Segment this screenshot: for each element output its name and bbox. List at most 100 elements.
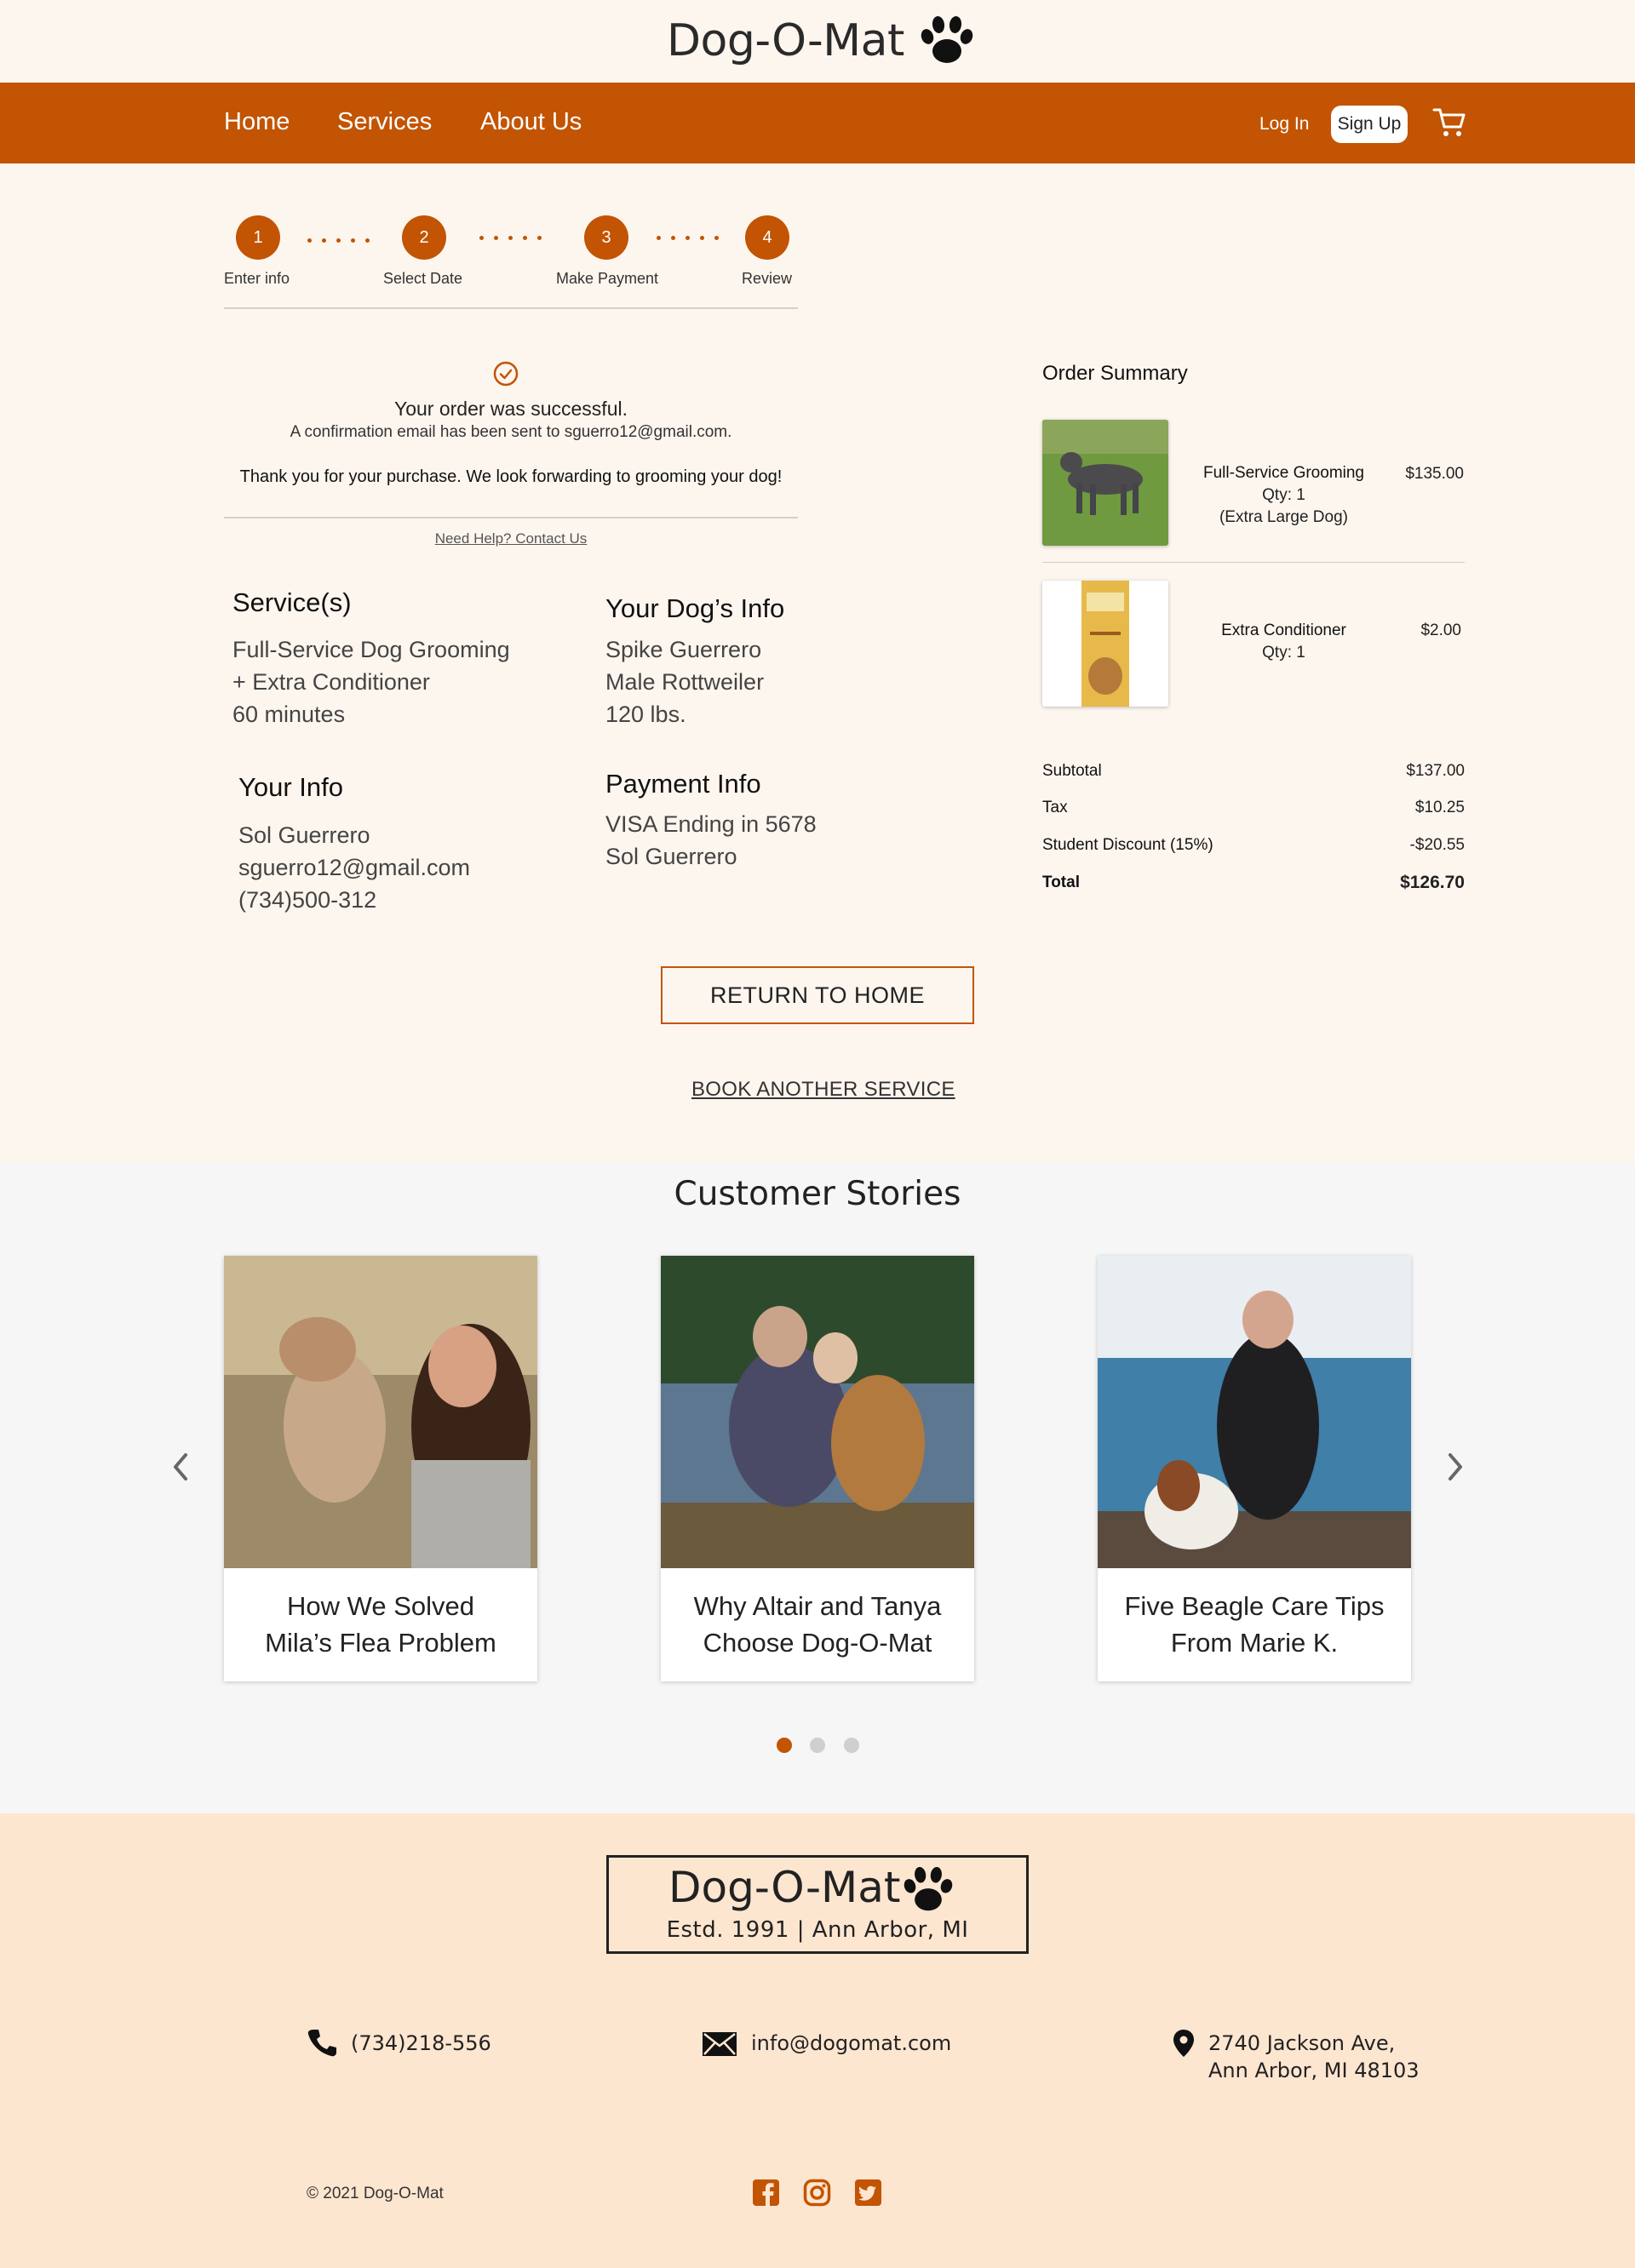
step-3-label: Make Payment: [556, 270, 659, 287]
grooming-item-image: [1042, 420, 1168, 546]
footer-brand-name: Dog-O-Mat: [668, 1863, 901, 1912]
signup-button[interactable]: Sign Up: [1331, 106, 1408, 143]
facebook-icon[interactable]: [752, 2179, 780, 2207]
story-caption-line: Why Altair and Tanya: [693, 1591, 942, 1621]
order-item-name: Extra Conditioner: [1221, 621, 1346, 639]
service-line: Full-Service Dog Grooming: [232, 637, 510, 662]
services-heading: Service(s): [232, 587, 352, 617]
footer-phone[interactable]: (734)218-556: [351, 2030, 491, 2057]
story-caption-line: Five Beagle Care Tips: [1124, 1591, 1385, 1621]
cart-icon[interactable]: [1432, 106, 1466, 139]
nav-home[interactable]: Home: [224, 108, 290, 136]
story-caption: Five Beagle Care Tips From Marie K.: [1098, 1588, 1411, 1661]
dog-info-line: 120 lbs.: [605, 702, 686, 727]
paw-icon: [919, 15, 974, 63]
footer-address-line: Ann Arbor, MI 48103: [1208, 2059, 1420, 2082]
stories-title: Customer Stories: [674, 1175, 961, 1213]
step-3-circle: 3: [584, 215, 628, 260]
order-item-price: $135.00: [1405, 465, 1464, 483]
footer-tagline: Estd. 1991 | Ann Arbor, MI: [666, 1917, 969, 1943]
your-info-heading: Your Info: [238, 772, 343, 802]
order-item-note: (Extra Large Dog): [1219, 508, 1348, 526]
story-card[interactable]: Five Beagle Care Tips From Marie K.: [1098, 1256, 1411, 1681]
story-image: [1098, 1256, 1411, 1568]
step-connector: [479, 236, 542, 240]
tax-value: $10.25: [1414, 799, 1465, 816]
check-circle-icon: [493, 361, 519, 387]
subtotal-value: $137.00: [1406, 762, 1465, 780]
story-card[interactable]: Why Altair and Tanya Choose Dog-O-Mat: [661, 1256, 974, 1681]
payment-info-line: VISA Ending in 5678: [605, 811, 817, 837]
main-navbar: Home Services About Us Log In Sign Up: [0, 83, 1635, 163]
thank-you-message: Thank you for your purchase. We look for…: [239, 467, 783, 486]
divider: [1042, 562, 1465, 563]
subtotal-label: Subtotal: [1042, 762, 1102, 780]
step-1-label: Enter info: [224, 270, 290, 287]
site-logo[interactable]: Dog-O-Mat: [667, 15, 974, 66]
order-summary-title: Order Summary: [1042, 362, 1188, 385]
dog-info-line: Spike Guerrero: [605, 637, 762, 662]
carousel-dot[interactable]: [844, 1738, 859, 1753]
carousel-dot[interactable]: [810, 1738, 825, 1753]
your-info-line: (734)500-312: [238, 887, 377, 913]
instagram-icon[interactable]: [803, 2179, 831, 2207]
mail-icon: [703, 2032, 737, 2056]
service-line: 60 minutes: [232, 702, 346, 727]
story-card[interactable]: How We Solved Mila’s Flea Problem: [224, 1256, 537, 1681]
login-link[interactable]: Log In: [1259, 114, 1309, 135]
success-title: Your order was successful.: [393, 398, 628, 420]
location-pin-icon: [1173, 2030, 1194, 2057]
footer-address-line: 2740 Jackson Ave,: [1208, 2031, 1396, 2055]
story-caption-line: From Marie K.: [1170, 1628, 1339, 1658]
twitter-icon[interactable]: [854, 2179, 882, 2207]
step-4-circle: 4: [745, 215, 789, 260]
order-item-qty: Qty: 1: [1262, 486, 1305, 504]
footer-logo[interactable]: Dog-O-Mat Estd. 1991 | Ann Arbor, MI: [606, 1855, 1029, 1954]
carousel-dot-active[interactable]: [777, 1738, 792, 1753]
tax-label: Tax: [1042, 799, 1068, 816]
order-item-qty: Qty: 1: [1262, 644, 1305, 662]
order-item-name: Full-Service Grooming: [1203, 464, 1364, 482]
paw-icon: [902, 1866, 955, 1911]
service-line: + Extra Conditioner: [232, 669, 430, 695]
dog-info-heading: Your Dog’s Info: [605, 593, 785, 623]
discount-value: -$20.55: [1409, 836, 1465, 854]
story-image: [661, 1256, 974, 1568]
brand-name: Dog-O-Mat: [667, 15, 904, 66]
discount-label: Student Discount (15%): [1042, 836, 1213, 854]
divider: [224, 307, 798, 309]
payment-info-line: Sol Guerrero: [605, 844, 737, 869]
story-image: [224, 1256, 537, 1568]
story-caption: How We Solved Mila’s Flea Problem: [224, 1588, 537, 1661]
help-contact-link[interactable]: Need Help? Contact Us: [224, 530, 798, 547]
email-note: A confirmation email has been sent to sg…: [290, 423, 732, 441]
top-header: Dog-O-Mat: [0, 0, 1635, 83]
step-2-label: Select Date: [383, 270, 463, 287]
step-connector: [657, 236, 719, 240]
return-home-button[interactable]: RETURN TO HOME: [661, 966, 974, 1024]
total-label: Total: [1042, 873, 1080, 891]
dog-info-line: Male Rottweiler: [605, 669, 765, 695]
story-caption-line: Mila’s Flea Problem: [265, 1628, 496, 1658]
total-value: $126.70: [1400, 873, 1465, 892]
step-1-circle: 1: [236, 215, 280, 260]
your-info-line: Sol Guerrero: [238, 822, 370, 848]
chevron-right-icon[interactable]: [1445, 1452, 1466, 1482]
copyright: © 2021 Dog-O-Mat: [307, 2185, 444, 2202]
step-4-label: Review: [742, 270, 793, 287]
nav-services[interactable]: Services: [337, 108, 432, 136]
nav-about-us[interactable]: About Us: [480, 108, 582, 136]
step-2-circle: 2: [402, 215, 446, 260]
story-caption: Why Altair and Tanya Choose Dog-O-Mat: [661, 1588, 974, 1661]
conditioner-item-image: [1042, 581, 1168, 707]
step-connector: [307, 238, 370, 243]
phone-icon: [307, 2030, 336, 2057]
story-caption-line: Choose Dog-O-Mat: [703, 1628, 932, 1658]
book-another-service-link[interactable]: BOOK ANOTHER SERVICE: [691, 1078, 955, 1102]
chevron-left-icon[interactable]: [170, 1452, 191, 1482]
divider: [224, 517, 798, 518]
payment-info-heading: Payment Info: [605, 769, 761, 799]
order-item-price: $2.00: [1420, 621, 1461, 639]
story-caption-line: How We Solved: [287, 1591, 474, 1621]
footer-email[interactable]: info@dogomat.com: [751, 2030, 951, 2057]
